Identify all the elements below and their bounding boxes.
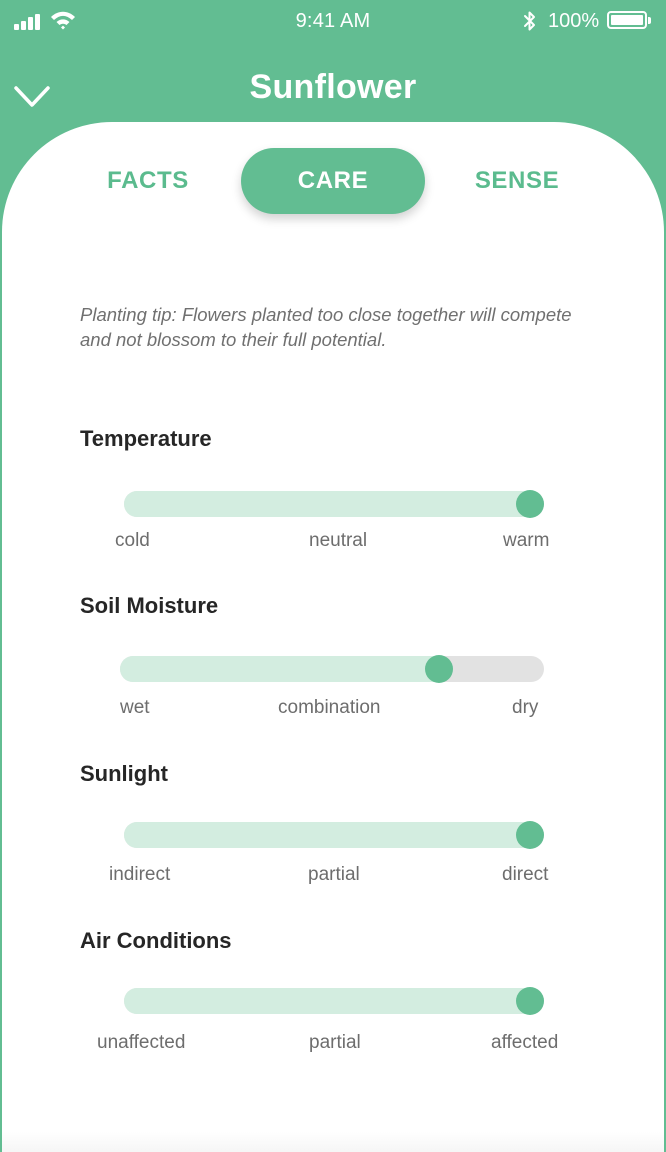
planting-tip: Planting tip: Flowers planted too close …	[80, 304, 572, 350]
sunlight-label: Sunlight	[80, 761, 168, 786]
tick-label: cold	[115, 530, 150, 551]
air-conditions-slider[interactable]	[124, 987, 544, 1015]
slider-fill	[124, 822, 530, 848]
tab-care[interactable]: CARE	[241, 148, 425, 214]
slider-track	[120, 656, 544, 682]
air-conditions-label: Air Conditions	[80, 928, 232, 953]
slider-thumb[interactable]	[516, 490, 544, 518]
slider-thumb[interactable]	[516, 821, 544, 849]
slider-track	[124, 988, 544, 1014]
status-bar: 9:41 AM 100%	[0, 0, 666, 44]
tick-label: indirect	[109, 864, 171, 885]
slider-fill	[124, 988, 530, 1014]
slider-fill	[120, 656, 439, 682]
tick-label: affected	[491, 1032, 559, 1053]
app-screen: 9:41 AM 100% Sunflower FACTS CARE SENSE …	[0, 0, 666, 1152]
tab-bar: FACTS CARE SENSE	[0, 148, 666, 214]
tab-sense[interactable]: SENSE	[426, 148, 608, 214]
page-title: Sunflower	[249, 68, 417, 106]
sunlight-slider[interactable]	[124, 821, 544, 849]
tick-label: warm	[503, 530, 550, 551]
soil-moisture-slider[interactable]	[120, 655, 544, 683]
temperature-slider[interactable]	[124, 490, 544, 518]
slider-fill	[124, 491, 530, 517]
tick-label: neutral	[309, 530, 368, 551]
soil-moisture-label: Soil Moisture	[80, 593, 219, 618]
tick-label: combination	[278, 697, 381, 718]
tick-label: unaffected	[97, 1032, 186, 1053]
slider-thumb[interactable]	[516, 987, 544, 1015]
battery-icon	[607, 11, 651, 29]
tick-label: partial	[308, 864, 360, 885]
slider-track	[124, 491, 544, 517]
slider-thumb[interactable]	[424, 655, 453, 683]
tick-label: wet	[120, 697, 150, 718]
battery-percent: 100%	[548, 10, 600, 32]
card-bottom-shade	[2, 1132, 664, 1152]
tick-label: dry	[512, 697, 539, 718]
slider-track	[124, 822, 544, 848]
temperature-label: Temperature	[80, 426, 212, 451]
tick-label: partial	[309, 1032, 361, 1053]
bluetooth-icon	[524, 11, 535, 31]
tick-label: direct	[502, 864, 549, 885]
tab-facts[interactable]: FACTS	[58, 148, 238, 214]
